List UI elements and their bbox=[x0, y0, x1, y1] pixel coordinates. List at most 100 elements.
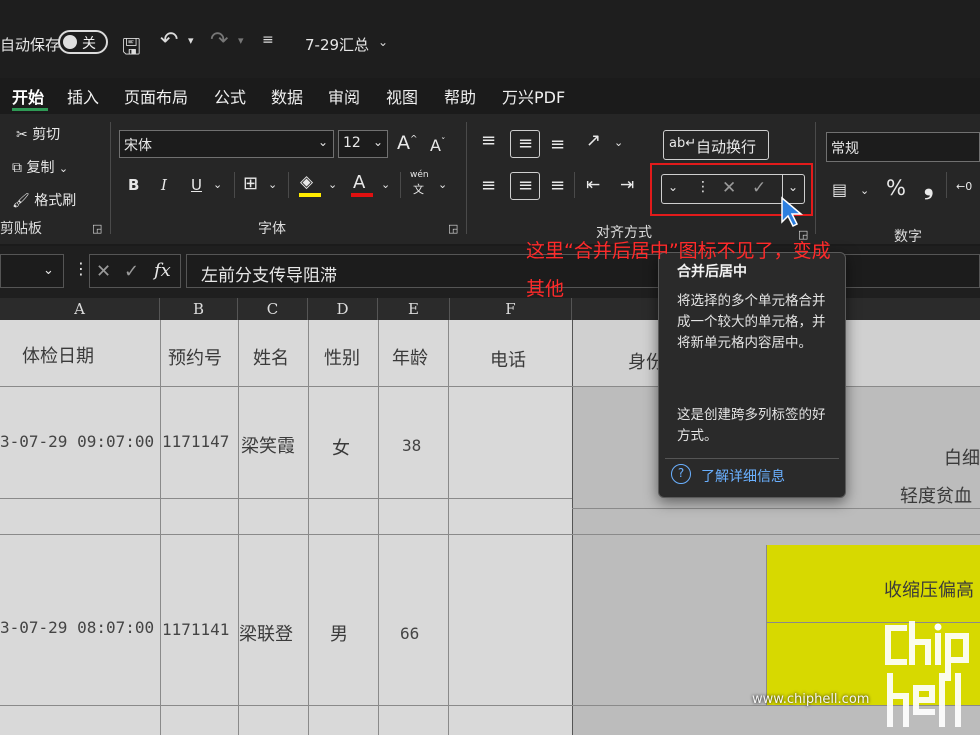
cell-id[interactable]: 1171147 bbox=[162, 432, 229, 451]
phonetic-top[interactable]: wén bbox=[410, 170, 429, 180]
tab-wondershare-pdf[interactable]: 万兴PDF bbox=[502, 84, 565, 108]
align-middle-button[interactable]: ≡ bbox=[510, 130, 540, 158]
font-launcher-icon[interactable]: ◲ bbox=[448, 222, 458, 235]
tooltip-description: 将选择的多个单元格合并成一个较大的单元格，并将新单元格内容居中。 bbox=[677, 293, 826, 351]
save-icon[interactable]: 🖫 bbox=[122, 30, 141, 68]
cell-result[interactable]: 收缩压偏高 bbox=[884, 576, 974, 602]
align-center-button[interactable]: ≡ bbox=[510, 172, 540, 200]
customize-toolbar-icon[interactable]: ≡ bbox=[262, 32, 274, 48]
insert-function-icon[interactable]: fx bbox=[154, 260, 171, 281]
italic-button[interactable]: I bbox=[161, 176, 167, 194]
ribbon-separator bbox=[946, 172, 947, 198]
cell-name[interactable]: 梁联登 bbox=[239, 620, 293, 646]
learn-more-link[interactable]: 了解详细信息 bbox=[701, 466, 785, 486]
cell-date[interactable]: 3-07-29 09:07:00 bbox=[0, 432, 154, 451]
align-left-icon[interactable]: ≡ bbox=[481, 175, 496, 196]
formula-actions: ✕ ✓ fx bbox=[89, 254, 181, 288]
column-header-f[interactable]: F bbox=[450, 298, 572, 320]
align-right-icon[interactable]: ≡ bbox=[550, 175, 565, 196]
name-box[interactable]: ⌄ bbox=[0, 254, 64, 288]
increase-indent-icon[interactable]: ⇥ bbox=[620, 175, 634, 195]
header-cell-id[interactable]: 预约号 bbox=[168, 344, 222, 370]
font-color-button[interactable]: A bbox=[353, 172, 365, 193]
borders-icon[interactable]: ⊞ bbox=[243, 173, 258, 194]
cut-button[interactable]: ✂ 剪切 bbox=[16, 124, 60, 144]
fill-color-icon[interactable]: ◈ bbox=[300, 172, 313, 192]
cell-result[interactable]: 白细 bbox=[944, 444, 980, 470]
increase-decimal-button[interactable]: ←0 bbox=[956, 180, 972, 193]
tab-data[interactable]: 数据 bbox=[271, 84, 303, 108]
accounting-format-icon[interactable]: ▤ bbox=[832, 180, 847, 199]
header-cell-date[interactable]: 体检日期 bbox=[22, 342, 94, 368]
cell-gender[interactable]: 男 bbox=[330, 620, 348, 646]
wrap-text-button[interactable]: ab↵ 自动换行 bbox=[663, 130, 769, 160]
header-cell-phone[interactable]: 电话 bbox=[490, 346, 526, 372]
formula-content: 左前分支传导阻滞 bbox=[201, 266, 337, 286]
decrease-indent-icon[interactable]: ⇤ bbox=[586, 175, 600, 195]
cell-date[interactable]: 3-07-29 08:07:00 bbox=[0, 618, 154, 637]
cell-result[interactable]: 轻度贫血 bbox=[900, 482, 972, 508]
tab-review[interactable]: 审阅 bbox=[328, 84, 360, 108]
align-middle-icon: ≡ bbox=[518, 133, 534, 154]
percent-button[interactable]: % bbox=[886, 176, 906, 200]
column-header-b[interactable]: B bbox=[160, 298, 238, 320]
header-cell-name[interactable]: 姓名 bbox=[253, 344, 289, 370]
comma-style-button[interactable]: ❟ bbox=[924, 172, 933, 200]
bold-button[interactable]: B bbox=[128, 176, 139, 194]
phonetic-icon[interactable]: 文 bbox=[413, 181, 424, 197]
align-bottom-icon[interactable]: ≡ bbox=[550, 134, 565, 155]
phonetic-dropdown-icon[interactable]: ⌄ bbox=[438, 178, 447, 191]
cell-gender[interactable]: 女 bbox=[332, 434, 350, 460]
ribbon-separator bbox=[574, 172, 575, 198]
tab-help[interactable]: 帮助 bbox=[444, 84, 476, 108]
tab-page-layout[interactable]: 页面布局 bbox=[124, 84, 188, 108]
redo-dropdown-icon[interactable]: ▾ bbox=[238, 34, 244, 47]
cell-id[interactable]: 1171141 bbox=[162, 620, 229, 639]
underline-button[interactable]: U bbox=[191, 176, 202, 194]
font-name-value: 宋体 bbox=[124, 138, 152, 154]
font-size-value: 12 bbox=[343, 135, 361, 151]
column-header-e[interactable]: E bbox=[378, 298, 450, 320]
column-header-d[interactable]: D bbox=[308, 298, 378, 320]
orientation-dropdown-icon[interactable]: ⌄ bbox=[614, 136, 623, 149]
clipboard-launcher-icon[interactable]: ◲ bbox=[92, 222, 102, 235]
increase-font-size-button[interactable]: A^ bbox=[397, 132, 418, 154]
underline-dropdown-icon[interactable]: ⌄ bbox=[213, 178, 222, 191]
column-header-c[interactable]: C bbox=[238, 298, 308, 320]
decrease-font-size-button[interactable]: Aˇ bbox=[430, 136, 445, 155]
tab-home[interactable]: 开始 bbox=[12, 84, 44, 108]
grid-line bbox=[766, 545, 767, 705]
copy-button[interactable]: ⧉ 复制 ⌄ bbox=[12, 157, 68, 177]
header-cell-age[interactable]: 年龄 bbox=[392, 344, 428, 370]
undo-icon[interactable]: ↶ bbox=[160, 28, 178, 53]
borders-dropdown-icon[interactable]: ⌄ bbox=[268, 178, 277, 191]
accounting-dropdown-icon[interactable]: ⌄ bbox=[860, 184, 869, 197]
column-header-a[interactable]: A bbox=[0, 298, 160, 320]
header-cell-gender[interactable]: 性别 bbox=[324, 344, 360, 370]
tab-insert[interactable]: 插入 bbox=[67, 84, 99, 108]
autosave-toggle[interactable]: 关 bbox=[58, 30, 108, 54]
wrap-text-label: 自动换行 bbox=[696, 138, 757, 156]
tab-formulas[interactable]: 公式 bbox=[214, 84, 246, 108]
file-name-dropdown-icon[interactable]: ⌄ bbox=[378, 35, 388, 49]
align-top-icon[interactable]: ≡ bbox=[481, 130, 496, 151]
confirm-check-icon[interactable]: ✓ bbox=[124, 261, 139, 282]
font-size-select[interactable]: 12 ⌄ bbox=[338, 130, 388, 158]
tab-view[interactable]: 视图 bbox=[386, 84, 418, 108]
font-color-dropdown-icon[interactable]: ⌄ bbox=[381, 178, 390, 191]
cell-age[interactable]: 66 bbox=[400, 624, 419, 643]
undo-dropdown-icon[interactable]: ▾ bbox=[188, 34, 194, 47]
grid-line bbox=[572, 320, 573, 735]
redo-icon[interactable]: ↷ bbox=[210, 28, 228, 53]
orientation-icon[interactable]: ↗ bbox=[586, 130, 601, 151]
cancel-x-icon[interactable]: ✕ bbox=[96, 261, 111, 282]
format-painter-button[interactable]: 🖌 格式刷 bbox=[12, 190, 76, 210]
file-name[interactable]: 7-29汇总 bbox=[305, 34, 369, 55]
cell-age[interactable]: 38 bbox=[402, 436, 421, 455]
font-name-select[interactable]: 宋体 ⌄ bbox=[119, 130, 334, 158]
fill-color-dropdown-icon[interactable]: ⌄ bbox=[328, 178, 337, 191]
annotation-text: 其他 bbox=[526, 278, 565, 300]
paintbrush-icon: 🖌 bbox=[12, 193, 30, 209]
cell-name[interactable]: 梁笑霞 bbox=[241, 432, 295, 458]
number-format-select[interactable]: 常规 bbox=[826, 132, 980, 162]
